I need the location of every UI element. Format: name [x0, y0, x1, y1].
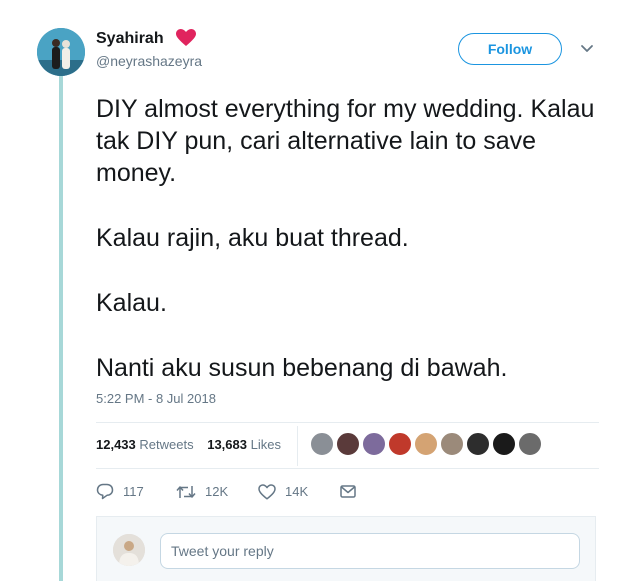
reply-button[interactable]: 117: [96, 483, 176, 500]
like-heart-icon: [258, 483, 276, 500]
author-handle[interactable]: @neyrashazeyra: [96, 53, 202, 69]
retweets-stat[interactable]: 12,433 Retweets: [96, 437, 194, 452]
reply-composer: [96, 516, 596, 581]
like-count: 14K: [285, 484, 309, 499]
retweets-label: Retweets: [139, 437, 194, 452]
divider: [96, 422, 599, 423]
retweet-count: 12K: [205, 484, 229, 499]
tweet-paragraph: Nanti aku susun bebenang di bawah.: [96, 354, 508, 382]
retweets-count: 12,433: [96, 437, 136, 452]
author-name[interactable]: Syahirah: [96, 30, 164, 48]
tweet-paragraph: Kalau.: [96, 289, 167, 317]
reply-icon: [96, 483, 114, 500]
liker-avatar[interactable]: [414, 432, 438, 456]
tweet-paragraph: Kalau rajin, aku buat thread.: [96, 224, 409, 252]
thread-connector-line: [59, 76, 63, 581]
likers-avatars: [310, 432, 542, 456]
liker-avatar[interactable]: [310, 432, 334, 456]
envelope-icon: [340, 485, 356, 498]
retweet-button[interactable]: 12K: [176, 484, 258, 500]
likes-stat[interactable]: 13,683 Likes: [207, 437, 281, 452]
reply-input[interactable]: [160, 533, 580, 569]
tweet-text: DIY almost everything for my wedding. Ka…: [96, 93, 616, 417]
liker-avatar[interactable]: [518, 432, 542, 456]
follow-button[interactable]: Follow: [458, 33, 562, 65]
liker-avatar[interactable]: [492, 432, 516, 456]
retweet-icon: [176, 485, 196, 498]
current-user-avatar: [113, 534, 145, 566]
engagement-stats: 12,433 Retweets 13,683 Likes: [96, 437, 291, 452]
author-avatar[interactable]: [37, 28, 85, 76]
direct-message-button[interactable]: [340, 485, 365, 498]
likes-count: 13,683: [207, 437, 247, 452]
likes-label: Likes: [250, 437, 281, 452]
chevron-down-icon[interactable]: [580, 44, 594, 54]
liker-avatar[interactable]: [336, 432, 360, 456]
tweet-paragraph: DIY almost everything for my wedding. Ka…: [96, 95, 595, 187]
liker-avatar[interactable]: [362, 432, 386, 456]
liker-avatar[interactable]: [466, 432, 490, 456]
like-button[interactable]: 14K: [258, 483, 340, 500]
heart-emoji-icon: [176, 29, 196, 46]
reply-count: 117: [123, 484, 144, 499]
tweet-actions: 117 12K 14K: [96, 483, 365, 500]
tweet-timestamp[interactable]: 5:22 PM - 8 Jul 2018: [96, 391, 216, 406]
liker-avatar[interactable]: [388, 432, 412, 456]
stats-separator: [297, 426, 298, 466]
divider: [96, 468, 599, 469]
liker-avatar[interactable]: [440, 432, 464, 456]
